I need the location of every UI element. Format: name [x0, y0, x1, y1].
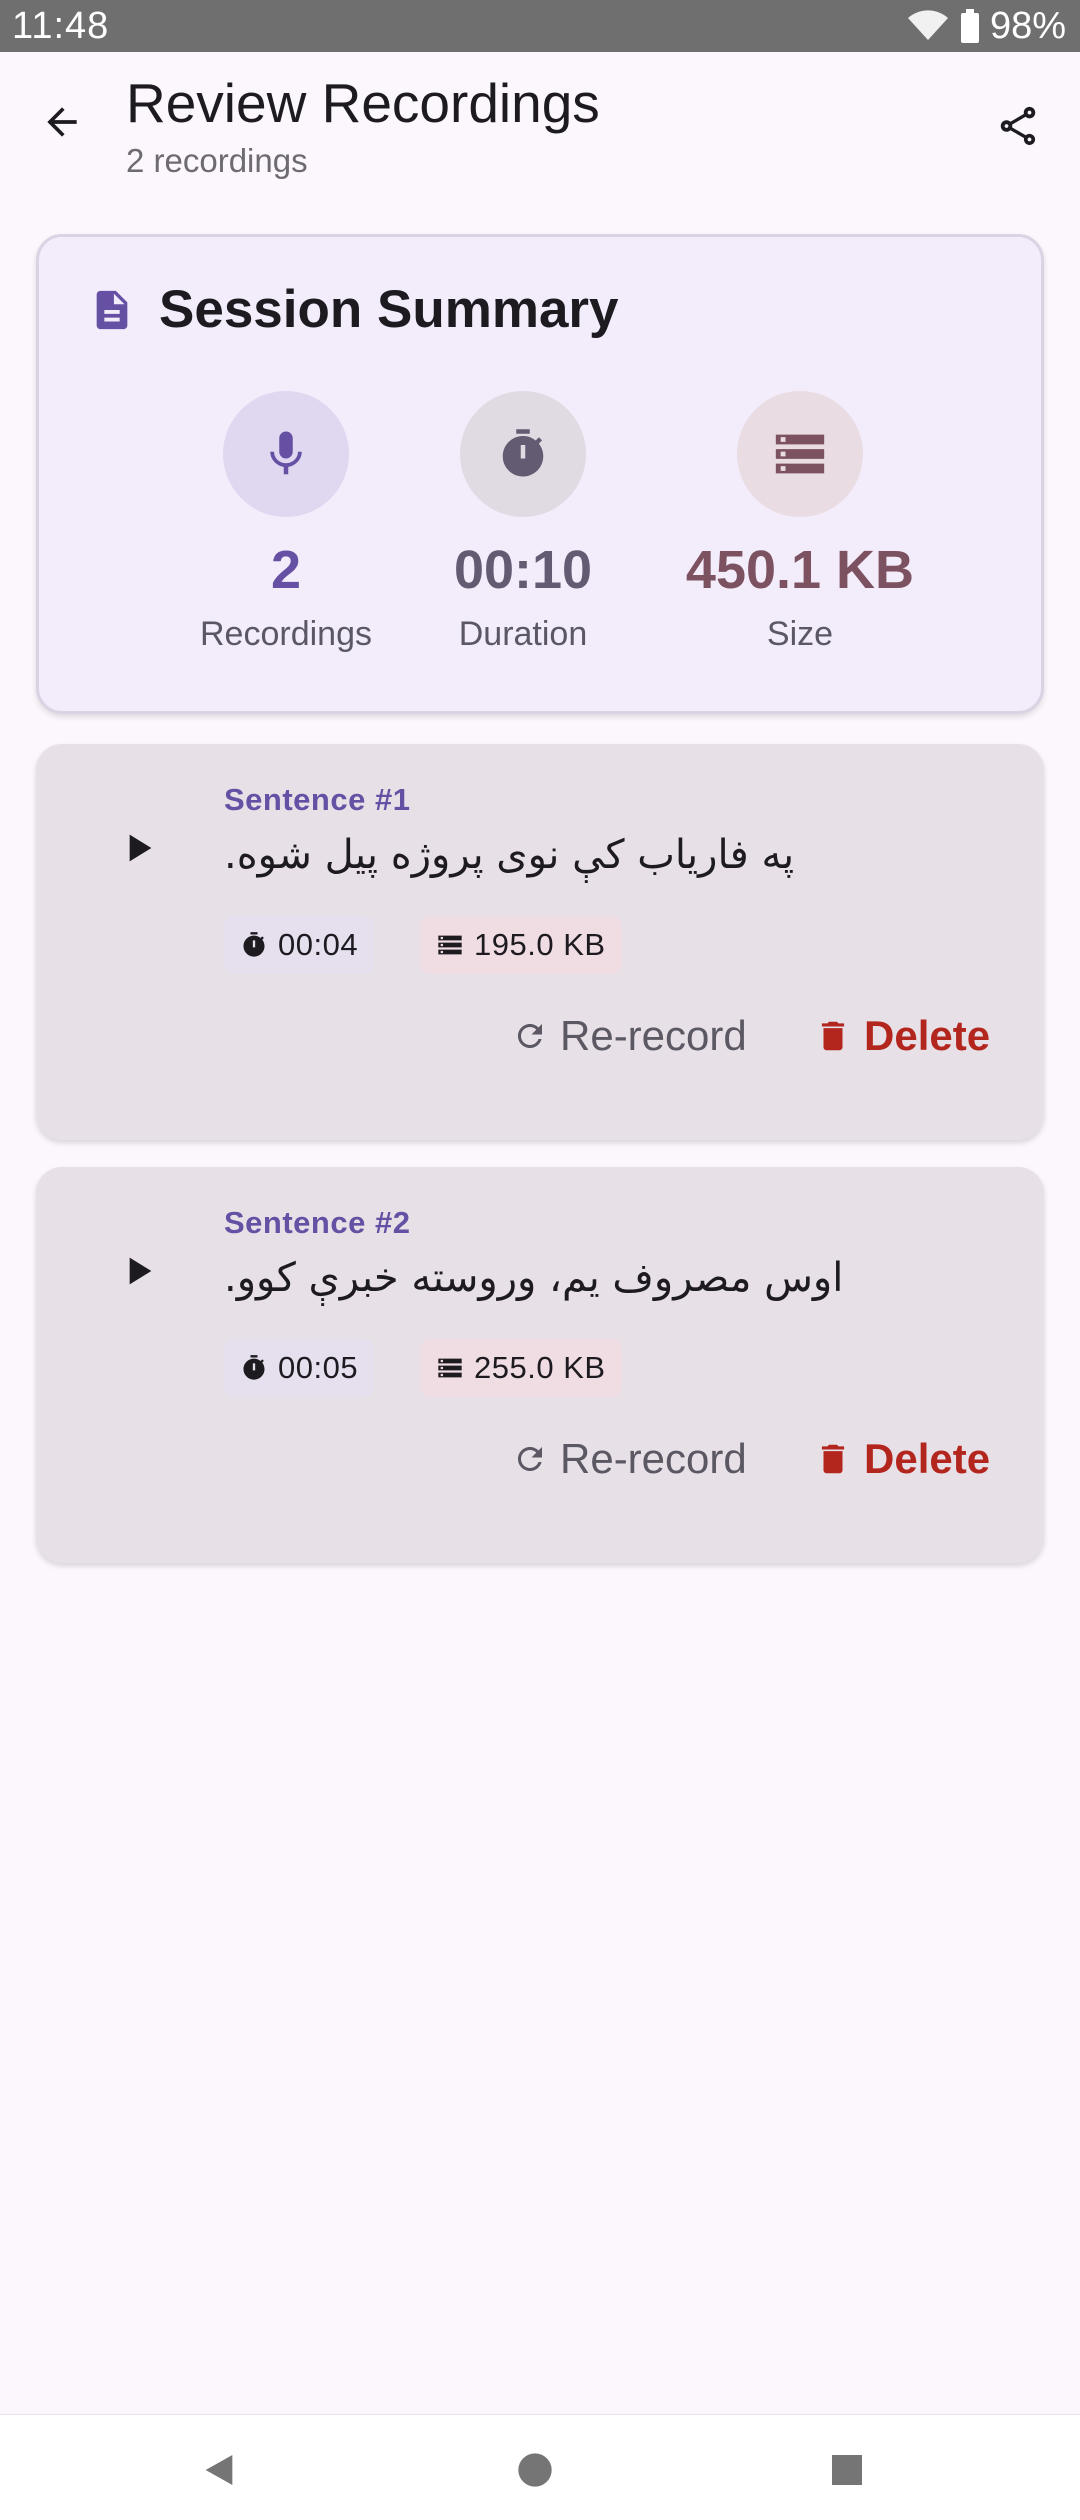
stat-duration: 00:10 Duration [383, 391, 663, 654]
delete-button[interactable]: Delete [814, 1435, 990, 1483]
delete-button[interactable]: Delete [814, 1012, 990, 1060]
battery-icon [960, 9, 979, 43]
nav-back-button[interactable] [184, 2435, 254, 2505]
status-icons: 98% [906, 5, 1066, 48]
nav-recents-button[interactable] [812, 2435, 882, 2505]
battery-percent: 98% [989, 4, 1066, 47]
play-button[interactable] [90, 1223, 186, 1319]
rerecord-label: Re-record [560, 1435, 747, 1482]
timer-icon [243, 932, 265, 957]
size-value: 195.0 KB [474, 927, 606, 962]
storage-icon [775, 434, 825, 474]
share-icon [1000, 106, 1036, 146]
stat-duration-badge [460, 391, 586, 517]
system-nav-bar [0, 2414, 1080, 2520]
status-time: 11:48 [12, 4, 110, 47]
delete-label: Delete [864, 1012, 991, 1059]
duration-value: 00:05 [278, 1350, 359, 1385]
back-button[interactable] [30, 90, 94, 154]
title-block: Review Recordings 2 recordings [126, 70, 600, 184]
timer-icon [502, 429, 544, 477]
delete-label: Delete [864, 1435, 991, 1482]
sentence-text: په فاریاب کې نوی پروژه پیل شوه. [224, 832, 795, 878]
share-button[interactable] [986, 94, 1050, 158]
mic-icon [270, 431, 302, 475]
play-icon [129, 1257, 152, 1285]
sentence-number: Sentence #2 [224, 1205, 411, 1240]
page-subtitle: 2 recordings [126, 142, 308, 179]
refresh-icon [518, 1447, 542, 1471]
back-arrow-icon [47, 107, 77, 137]
stat-size-label: Size [766, 615, 834, 653]
nav-recents-icon [832, 2455, 862, 2485]
duration-chip: 00:04 [224, 916, 375, 974]
timer-icon [243, 1355, 265, 1380]
summary-title: Session Summary [159, 280, 619, 339]
rerecord-label: Re-record [560, 1012, 747, 1059]
storage-icon [438, 935, 462, 955]
stat-size-value: 450.1 KB [685, 540, 915, 600]
duration-value: 00:04 [278, 927, 359, 962]
duration-chip: 00:05 [224, 1339, 375, 1397]
size-chip: 255.0 KB [420, 1339, 622, 1397]
document-icon [96, 290, 128, 329]
wifi-icon [907, 10, 948, 40]
stat-size-badge [737, 391, 863, 517]
recording-card: Sentence #1 په فاریاب کې نوی پروژه پیل ش… [36, 744, 1044, 1140]
status-bar: 11:48 98% [0, 0, 1080, 52]
session-summary-card: Session Summary 2 Recordings 00:10 Durat… [36, 234, 1044, 714]
app-bar: Review Recordings 2 recordings [0, 52, 1080, 202]
nav-back-icon [205, 2455, 233, 2485]
nav-home-button[interactable] [500, 2435, 570, 2505]
size-chip: 195.0 KB [420, 916, 622, 974]
stat-duration-value: 00:10 [453, 540, 593, 600]
trash-icon [821, 1444, 845, 1474]
stat-duration-label: Duration [458, 615, 588, 653]
page-title: Review Recordings [126, 72, 600, 134]
stat-recordings-badge [223, 391, 349, 517]
recording-card: Sentence #2 اوس مصروف یم، وروسته خبرې کو… [36, 1167, 1044, 1563]
sentence-text: اوس مصروف یم، وروسته خبرې کوو. [224, 1255, 844, 1301]
summary-header: Session Summary [89, 279, 619, 340]
stat-size: 450.1 KB Size [660, 391, 940, 654]
rerecord-button[interactable]: Re-record [512, 1012, 747, 1060]
play-button[interactable] [90, 800, 186, 896]
nav-home-icon [518, 2453, 552, 2487]
sentence-number: Sentence #1 [224, 782, 411, 817]
size-value: 255.0 KB [474, 1350, 606, 1385]
refresh-icon [518, 1024, 542, 1048]
play-icon [129, 834, 152, 862]
trash-icon [821, 1021, 845, 1051]
rerecord-button[interactable]: Re-record [512, 1435, 747, 1483]
storage-icon [438, 1358, 462, 1378]
